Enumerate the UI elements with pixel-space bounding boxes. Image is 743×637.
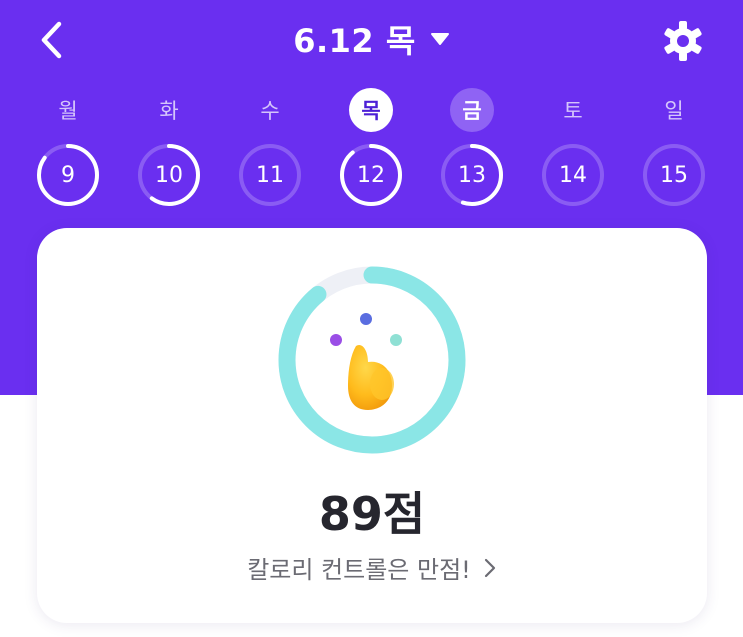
- day-item[interactable]: 일 15: [634, 88, 714, 208]
- date-number: 11: [256, 162, 284, 188]
- date-number: 10: [155, 162, 183, 188]
- day-item[interactable]: 화 10: [129, 88, 209, 208]
- date-number: 14: [559, 162, 587, 188]
- day-progress-ring: 9: [35, 142, 101, 208]
- day-of-week-label: 토: [563, 99, 583, 123]
- day-item[interactable]: 목 12: [331, 88, 411, 208]
- date-number: 15: [660, 162, 688, 188]
- caret-down-icon: [430, 33, 449, 45]
- day-progress-ring: 10: [136, 142, 202, 208]
- day-item[interactable]: 수 11: [230, 88, 310, 208]
- day-progress-ring: 13: [439, 142, 505, 208]
- date-number: 9: [61, 162, 75, 188]
- week-strip: 월 9 화 10 수 11 목 12 금 13 토 14 일 15: [0, 88, 743, 218]
- mascot-icon: [330, 313, 402, 410]
- day-of-week-label: 수: [260, 99, 280, 123]
- score-message-link[interactable]: 칼로리 컨트롤은 만점!: [37, 550, 707, 585]
- day-progress-ring: 12: [338, 142, 404, 208]
- day-item[interactable]: 월 9: [28, 88, 108, 208]
- score-message: 칼로리 컨트롤은 만점!: [247, 556, 471, 584]
- chevron-right-icon: [484, 558, 495, 577]
- day-item[interactable]: 토 14: [533, 88, 613, 208]
- gear-icon: [664, 21, 702, 61]
- settings-button[interactable]: [660, 18, 706, 64]
- date-selector[interactable]: 6.12 목: [0, 14, 743, 64]
- score-value: 89점: [318, 487, 426, 541]
- score-ring: [276, 264, 468, 456]
- day-of-week-label: 화: [159, 99, 179, 123]
- daily-score-card[interactable]: 89점 칼로리 컨트롤은 만점!: [37, 228, 707, 623]
- day-progress-ring: 15: [641, 142, 707, 208]
- day-of-week-label: 월: [58, 99, 78, 123]
- day-of-week-label: 일: [664, 99, 684, 123]
- day-progress-ring: 14: [540, 142, 606, 208]
- day-of-week-label: 목: [349, 88, 393, 132]
- page-title: 6.12 목: [293, 22, 416, 60]
- day-item[interactable]: 금 13: [432, 88, 512, 208]
- day-progress-ring: 11: [237, 142, 303, 208]
- date-number: 12: [357, 162, 385, 188]
- app-header: 6.12 목: [0, 0, 743, 80]
- date-number: 13: [458, 162, 486, 188]
- day-of-week-label: 금: [450, 88, 494, 132]
